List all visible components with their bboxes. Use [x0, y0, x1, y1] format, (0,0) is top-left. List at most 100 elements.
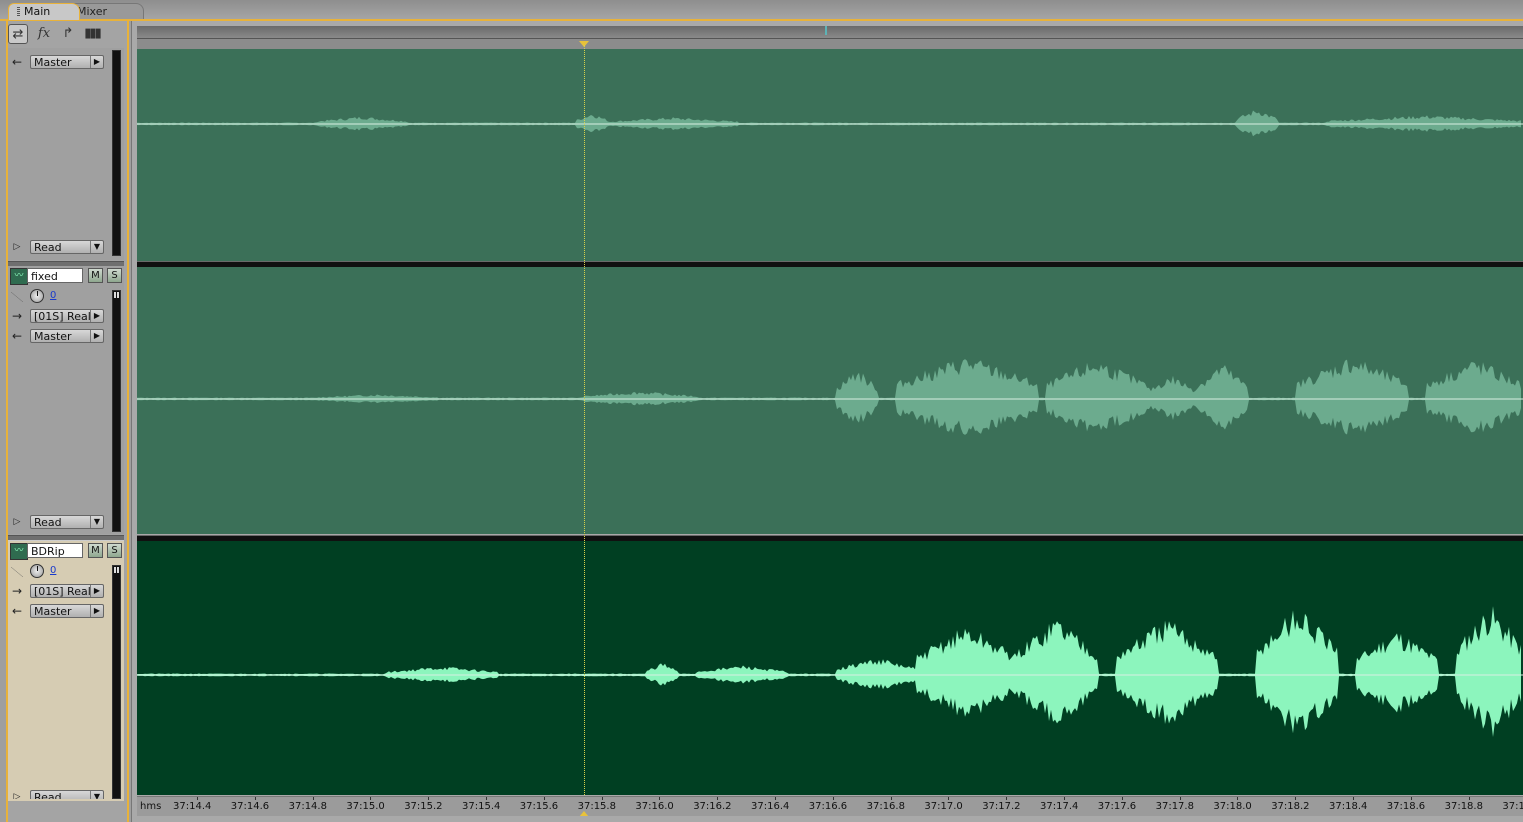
eq-icon[interactable]: ▮▮▮ — [82, 24, 102, 44]
track-2-waveform — [137, 359, 1523, 435]
track-toolbar: ⇄ fx ↱ ▮▮▮ — [8, 24, 108, 44]
time-tick — [1064, 797, 1065, 800]
time-label: 37:17.2 — [982, 801, 1021, 812]
solo-button[interactable]: S — [107, 543, 122, 558]
bottom-strip — [137, 816, 1523, 822]
time-label: 37:15.2 — [404, 801, 443, 812]
track-1-waveform-area[interactable] — [137, 49, 1523, 261]
time-label: 37:19 — [1502, 801, 1523, 812]
time-tick — [1179, 797, 1181, 800]
input-row: → [01S] Real ▶ — [8, 583, 108, 599]
waveform-shape — [137, 606, 1521, 737]
track-header: 〰 fixed M S — [8, 267, 122, 285]
time-label: 37:15.6 — [519, 801, 559, 812]
time-label: 37:18.2 — [1271, 801, 1310, 812]
automation-row: ▷ Read ▼ — [8, 239, 108, 255]
track-2-waveform-area[interactable] — [137, 267, 1523, 534]
tab-mixer-label: Mixer — [77, 5, 108, 18]
tab-main[interactable]: Main — [8, 3, 80, 20]
time-tick — [197, 797, 198, 800]
level-meter — [112, 50, 121, 256]
output-arrow-icon: ← — [11, 329, 23, 343]
output-select[interactable]: Master ▶ — [30, 329, 104, 343]
expand-icon[interactable]: ▷ — [10, 789, 24, 799]
time-label: 37:15.0 — [346, 801, 385, 812]
mute-button[interactable]: M — [88, 543, 103, 558]
time-label: 37:18.0 — [1213, 801, 1252, 812]
time-tick — [1468, 797, 1470, 800]
chevron-right-icon: ▶ — [90, 330, 103, 342]
output-label: Master — [34, 56, 72, 69]
automation-select[interactable]: Read ▼ — [30, 240, 104, 254]
time-tick — [1410, 797, 1412, 800]
output-row: ← Master ▶ — [8, 603, 108, 619]
volume-knob[interactable] — [30, 289, 44, 303]
level-meter — [112, 565, 121, 799]
solo-button[interactable]: S — [107, 268, 122, 283]
automation-row: ▷ Read ▼ — [8, 789, 108, 799]
waveform-icon: 〰 — [10, 543, 28, 560]
playhead-line[interactable] — [584, 45, 585, 817]
expand-icon[interactable]: ▷ — [10, 514, 24, 530]
top-ruler[interactable] — [137, 39, 1523, 49]
output-arrow-icon: ← — [11, 604, 23, 618]
volume-value[interactable]: 0 — [50, 290, 56, 301]
automation-label: Read — [34, 241, 62, 254]
track-1-waveform — [137, 110, 1523, 137]
fx-icon[interactable]: fx — [34, 24, 54, 44]
input-arrow-icon: → — [11, 309, 23, 323]
time-label: 37:18.4 — [1329, 801, 1368, 812]
zoom-navigator-thumb[interactable] — [825, 26, 827, 35]
volume-icon — [11, 292, 23, 302]
volume-knob[interactable] — [30, 564, 44, 578]
automation-select[interactable]: Read ▼ — [30, 790, 104, 799]
input-select[interactable]: [01S] Real ▶ — [30, 309, 104, 323]
input-row: → [01S] Real ▶ — [8, 308, 108, 324]
time-label: 37:16.2 — [693, 801, 732, 812]
automation-label: Read — [34, 516, 62, 529]
mute-button[interactable]: M — [88, 268, 103, 283]
time-label: 37:16.0 — [635, 801, 674, 812]
track-1-controls: ← Master ▶ ▷ Read ▼ — [8, 48, 124, 260]
track-3-controls: 〰 BDRip M S 0 → [01S] Real ▶ ← Master ▶ ▷ … — [8, 541, 124, 801]
time-tick — [312, 797, 314, 800]
send-icon[interactable]: ↱ — [58, 24, 78, 44]
input-select[interactable]: [01S] Real ▶ — [30, 584, 104, 598]
chevron-down-icon: ▼ — [90, 516, 103, 528]
output-select[interactable]: Master ▶ — [30, 604, 104, 618]
time-label: 37:15.4 — [462, 801, 501, 812]
track-2-controls: 〰 fixed M S 0 → [01S] Real ▶ ← Master ▶ ▷ … — [8, 266, 124, 534]
time-tick — [659, 797, 661, 800]
expand-icon[interactable]: ▷ — [10, 239, 24, 255]
zoom-navigator[interactable] — [137, 26, 1523, 39]
automation-select[interactable]: Read ▼ — [30, 515, 104, 529]
time-label: 37:14.8 — [288, 801, 327, 812]
output-select[interactable]: Master ▶ — [30, 55, 104, 69]
track-3-waveform-area[interactable] — [137, 541, 1523, 795]
volume-value[interactable]: 0 — [50, 565, 56, 576]
time-tick — [890, 797, 892, 800]
track-name-field[interactable]: fixed — [27, 268, 83, 283]
tab-underline — [0, 19, 1523, 21]
time-tick — [428, 797, 430, 800]
waveform-shape — [137, 110, 1521, 137]
time-label: 37:16.4 — [751, 801, 790, 812]
input-label: [01S] Real — [34, 310, 91, 323]
automation-label: Read — [34, 791, 62, 799]
time-tick — [370, 797, 372, 800]
time-tick — [1006, 797, 1008, 800]
time-label: 37:17.0 — [924, 801, 963, 812]
time-tick — [543, 797, 545, 800]
time-label: 37:17.8 — [1155, 801, 1194, 812]
input-arrow-icon: → — [11, 584, 23, 598]
chevron-right-icon: ▶ — [90, 605, 103, 617]
time-tick — [1295, 797, 1297, 800]
output-row: ← Master ▶ — [8, 328, 108, 344]
time-tick — [486, 797, 487, 800]
output-label: Master — [34, 605, 72, 618]
time-ruler[interactable]: hms 37:14.4 37:14.6 37:14.8 37:15.0 37:15.2 3… — [137, 796, 1523, 817]
time-label: 37:18.8 — [1444, 801, 1483, 812]
chevron-right-icon: ▶ — [90, 585, 103, 597]
track-name-field[interactable]: BDRip — [27, 543, 83, 558]
loop-icon[interactable]: ⇄ — [8, 24, 28, 44]
